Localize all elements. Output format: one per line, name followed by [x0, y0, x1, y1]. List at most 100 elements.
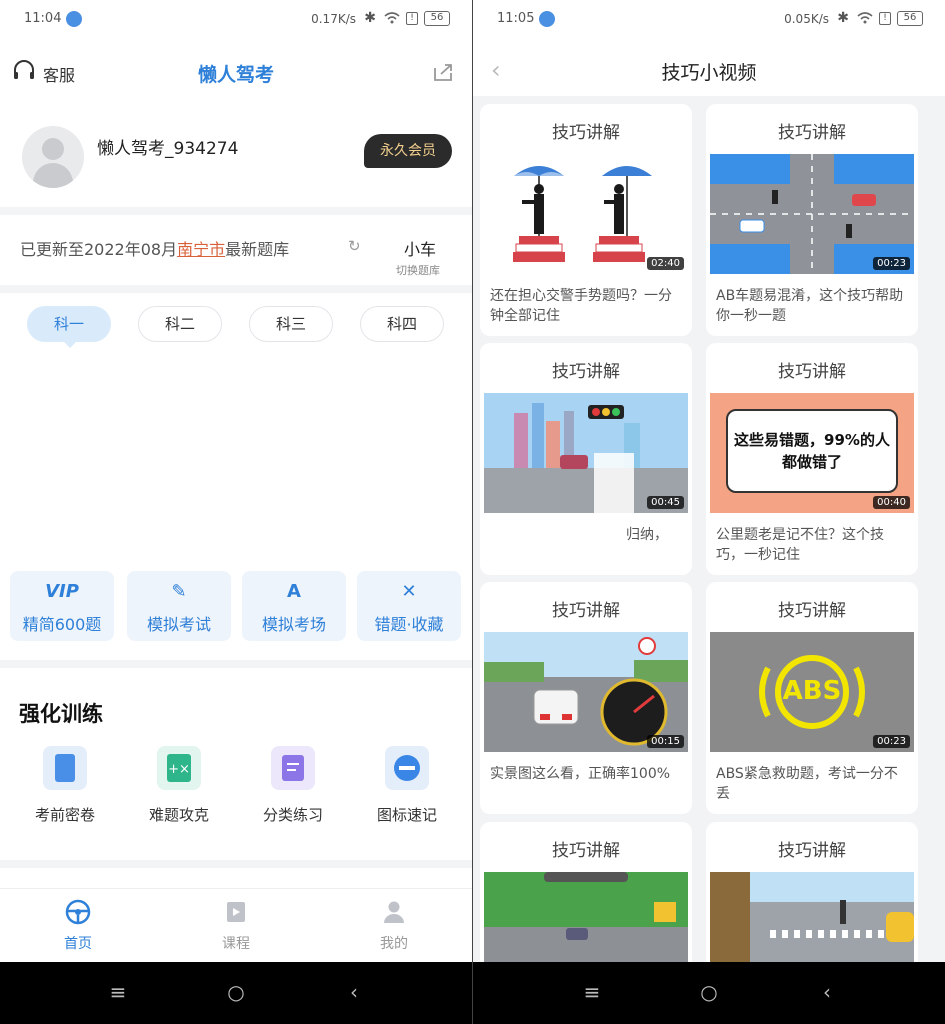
scroll-icon — [43, 746, 87, 790]
video-caption: 实景图这么看，正确率100% — [490, 766, 671, 782]
video-caption: ABS紧急救助题，考试一分不丢 — [716, 766, 898, 802]
wifi-icon — [857, 12, 873, 24]
profile-section[interactable]: 懒人驾考_934274 永久会员 — [0, 110, 472, 205]
video-thumbnail: ABS 00:23 — [710, 632, 914, 752]
divider — [0, 207, 472, 215]
alert-icon: ! — [406, 12, 418, 25]
video-duration: 02:40 — [647, 257, 684, 270]
system-nav-bar: ≡ ○ ‹ — [473, 962, 945, 1024]
training-item-exam-paper[interactable]: 考前密卷 — [15, 744, 115, 834]
tab-subject-1[interactable]: 科一 — [27, 306, 111, 348]
home-nav-button[interactable]: ○ — [221, 980, 251, 1004]
video-thumbnail: 00:45 — [484, 393, 688, 513]
subject-tabs: 科一 科二 科三 科四 — [0, 306, 472, 350]
tab-subject-3[interactable]: 科三 — [249, 306, 333, 342]
quick-actions: VIP 精简600题 ✎ 模拟考试 A 模拟考场 ✕ 错题·收藏 — [10, 571, 462, 641]
svg-text:+×: +× — [168, 762, 190, 777]
course-icon — [227, 902, 245, 922]
video-tips-screen: 11:05 0.05K/s ✱ ! 56 ‹ 技巧小视频 技巧讲解 02:40 … — [473, 0, 945, 1024]
battery-icon: 56 — [424, 11, 450, 26]
status-bar: 11:04 0.17K/s ✱ ! 56 — [0, 0, 472, 40]
user-icon — [384, 901, 404, 923]
page-title: 技巧小视频 — [661, 62, 757, 84]
bluetooth-icon: ✱ — [364, 10, 376, 26]
training-item-category[interactable]: 分类练习 — [243, 744, 343, 834]
tab-subject-2[interactable]: 科二 — [138, 306, 222, 342]
tab-home[interactable]: 首页 — [28, 899, 128, 953]
avatar[interactable] — [22, 126, 84, 188]
thumbnail-text: ABS — [782, 676, 842, 706]
video-card[interactable]: 技巧讲解 这些易错题，99%的人都做错了 00:40 公里题老是记不住？这个技巧… — [706, 343, 918, 575]
video-thumbnail: 02:40 — [484, 154, 688, 274]
app-header: 客服 懒人驾考 — [0, 50, 472, 94]
home-nav-button[interactable]: ○ — [694, 980, 724, 1004]
quick-mistakes[interactable]: ✕ 错题·收藏 — [357, 571, 461, 641]
thumbnail-banner: 这些易错题，99%的人都做错了 — [726, 409, 898, 493]
training-title: 强化训练 — [19, 702, 103, 726]
location-icon — [539, 11, 555, 27]
thumbnail-text: 这些易错题，99%的人都做错了 — [734, 431, 890, 471]
car-type[interactable]: 小车 — [404, 236, 436, 260]
card-heading: 技巧讲解 — [778, 601, 846, 621]
card-heading: 技巧讲解 — [778, 841, 846, 861]
road-speedometer-image — [484, 637, 688, 752]
card-heading: 技巧讲解 — [778, 123, 846, 143]
menu-nav-button[interactable]: ≡ — [577, 980, 607, 1004]
video-thumbnail: 这些易错题，99%的人都做错了 00:40 — [710, 393, 914, 513]
back-nav-button[interactable]: ‹ — [339, 980, 369, 1004]
notebook-icon — [271, 746, 315, 790]
username: 懒人驾考_934274 — [97, 139, 239, 159]
video-card[interactable]: 技巧讲解 00:15 实景图这么看，正确率100% — [480, 582, 692, 814]
status-time: 11:04 — [24, 11, 62, 26]
video-caption: 归纳， — [626, 527, 668, 543]
sign-icon — [385, 746, 429, 790]
calculator-icon: +× — [157, 746, 201, 790]
video-duration: 00:23 — [873, 257, 910, 270]
alert-icon: ! — [879, 12, 891, 25]
steering-wheel-icon — [65, 899, 91, 925]
home-screen: 11:04 0.17K/s ✱ ! 56 客服 懒人驾考 懒人驾考_934274… — [0, 0, 472, 1024]
video-card[interactable]: 技巧讲解 00:23 AB车题易混淆，这个技巧帮助你一秒一题 — [706, 104, 918, 336]
location-icon — [66, 11, 82, 27]
city-link[interactable]: 南宁市 — [177, 240, 225, 259]
intersection-image — [710, 154, 914, 274]
bottom-tab-bar: 首页 课程 我的 — [0, 888, 472, 960]
video-card[interactable]: 技巧讲解 02:40 还在担心交警手势题吗？一分钟全部记住 — [480, 104, 692, 336]
tab-mine[interactable]: 我的 — [344, 899, 444, 953]
video-card[interactable]: 技巧讲解 ABS 00:23 ABS紧急救助题，考试一分不丢 — [706, 582, 918, 814]
tab-subject-4[interactable]: 科四 — [360, 306, 444, 342]
refresh-icon[interactable]: ↻ — [348, 237, 361, 255]
switch-bank-button[interactable]: 切换题库 — [396, 262, 440, 278]
card-heading: 技巧讲解 — [552, 362, 620, 382]
menu-nav-button[interactable]: ≡ — [103, 980, 133, 1004]
video-card[interactable]: 技巧讲解 00:45 归纳， — [480, 343, 692, 575]
card-heading: 技巧讲解 — [552, 601, 620, 621]
tab-courses[interactable]: 课程 — [186, 899, 286, 953]
vip-badge[interactable]: 永久会员 — [364, 134, 452, 168]
page-header: ‹ 技巧小视频 — [473, 48, 945, 92]
quick-mock-hall[interactable]: A 模拟考场 — [242, 571, 346, 641]
battery-icon: 56 — [897, 11, 923, 26]
city-street-image — [484, 403, 688, 513]
video-duration: 00:15 — [647, 735, 684, 748]
network-speed: 0.05K/s — [784, 12, 829, 26]
training-item-hard[interactable]: +× 难题攻克 — [129, 744, 229, 834]
divider — [0, 860, 472, 868]
video-duration: 00:40 — [873, 496, 910, 509]
training-item-signs[interactable]: 图标速记 — [357, 744, 457, 834]
quick-mock-exam[interactable]: ✎ 模拟考试 — [127, 571, 231, 641]
exam-paper-icon: A — [287, 581, 301, 602]
back-nav-button[interactable]: ‹ — [812, 980, 842, 1004]
video-caption: 公里题老是记不住？这个技巧，一秒记住 — [716, 527, 884, 563]
quick-vip-600[interactable]: VIP 精简600题 — [10, 571, 114, 641]
pencil-icon: ✎ — [171, 581, 187, 602]
video-duration: 00:45 — [647, 496, 684, 509]
app-title: 懒人驾考 — [197, 64, 274, 86]
share-icon[interactable] — [432, 62, 454, 82]
status-bar: 11:05 0.05K/s ✱ ! 56 — [473, 0, 945, 40]
training-grid: 考前密卷 +× 难题攻克 分类练习 图标速记 — [0, 744, 472, 834]
traffic-police-image — [513, 166, 652, 262]
system-nav-bar: ≡ ○ ‹ — [0, 962, 472, 1024]
video-caption: 还在担心交警手势题吗？一分钟全部记住 — [490, 288, 672, 324]
bank-update-text: 已更新至2022年08月南宁市最新题库 — [20, 240, 290, 259]
